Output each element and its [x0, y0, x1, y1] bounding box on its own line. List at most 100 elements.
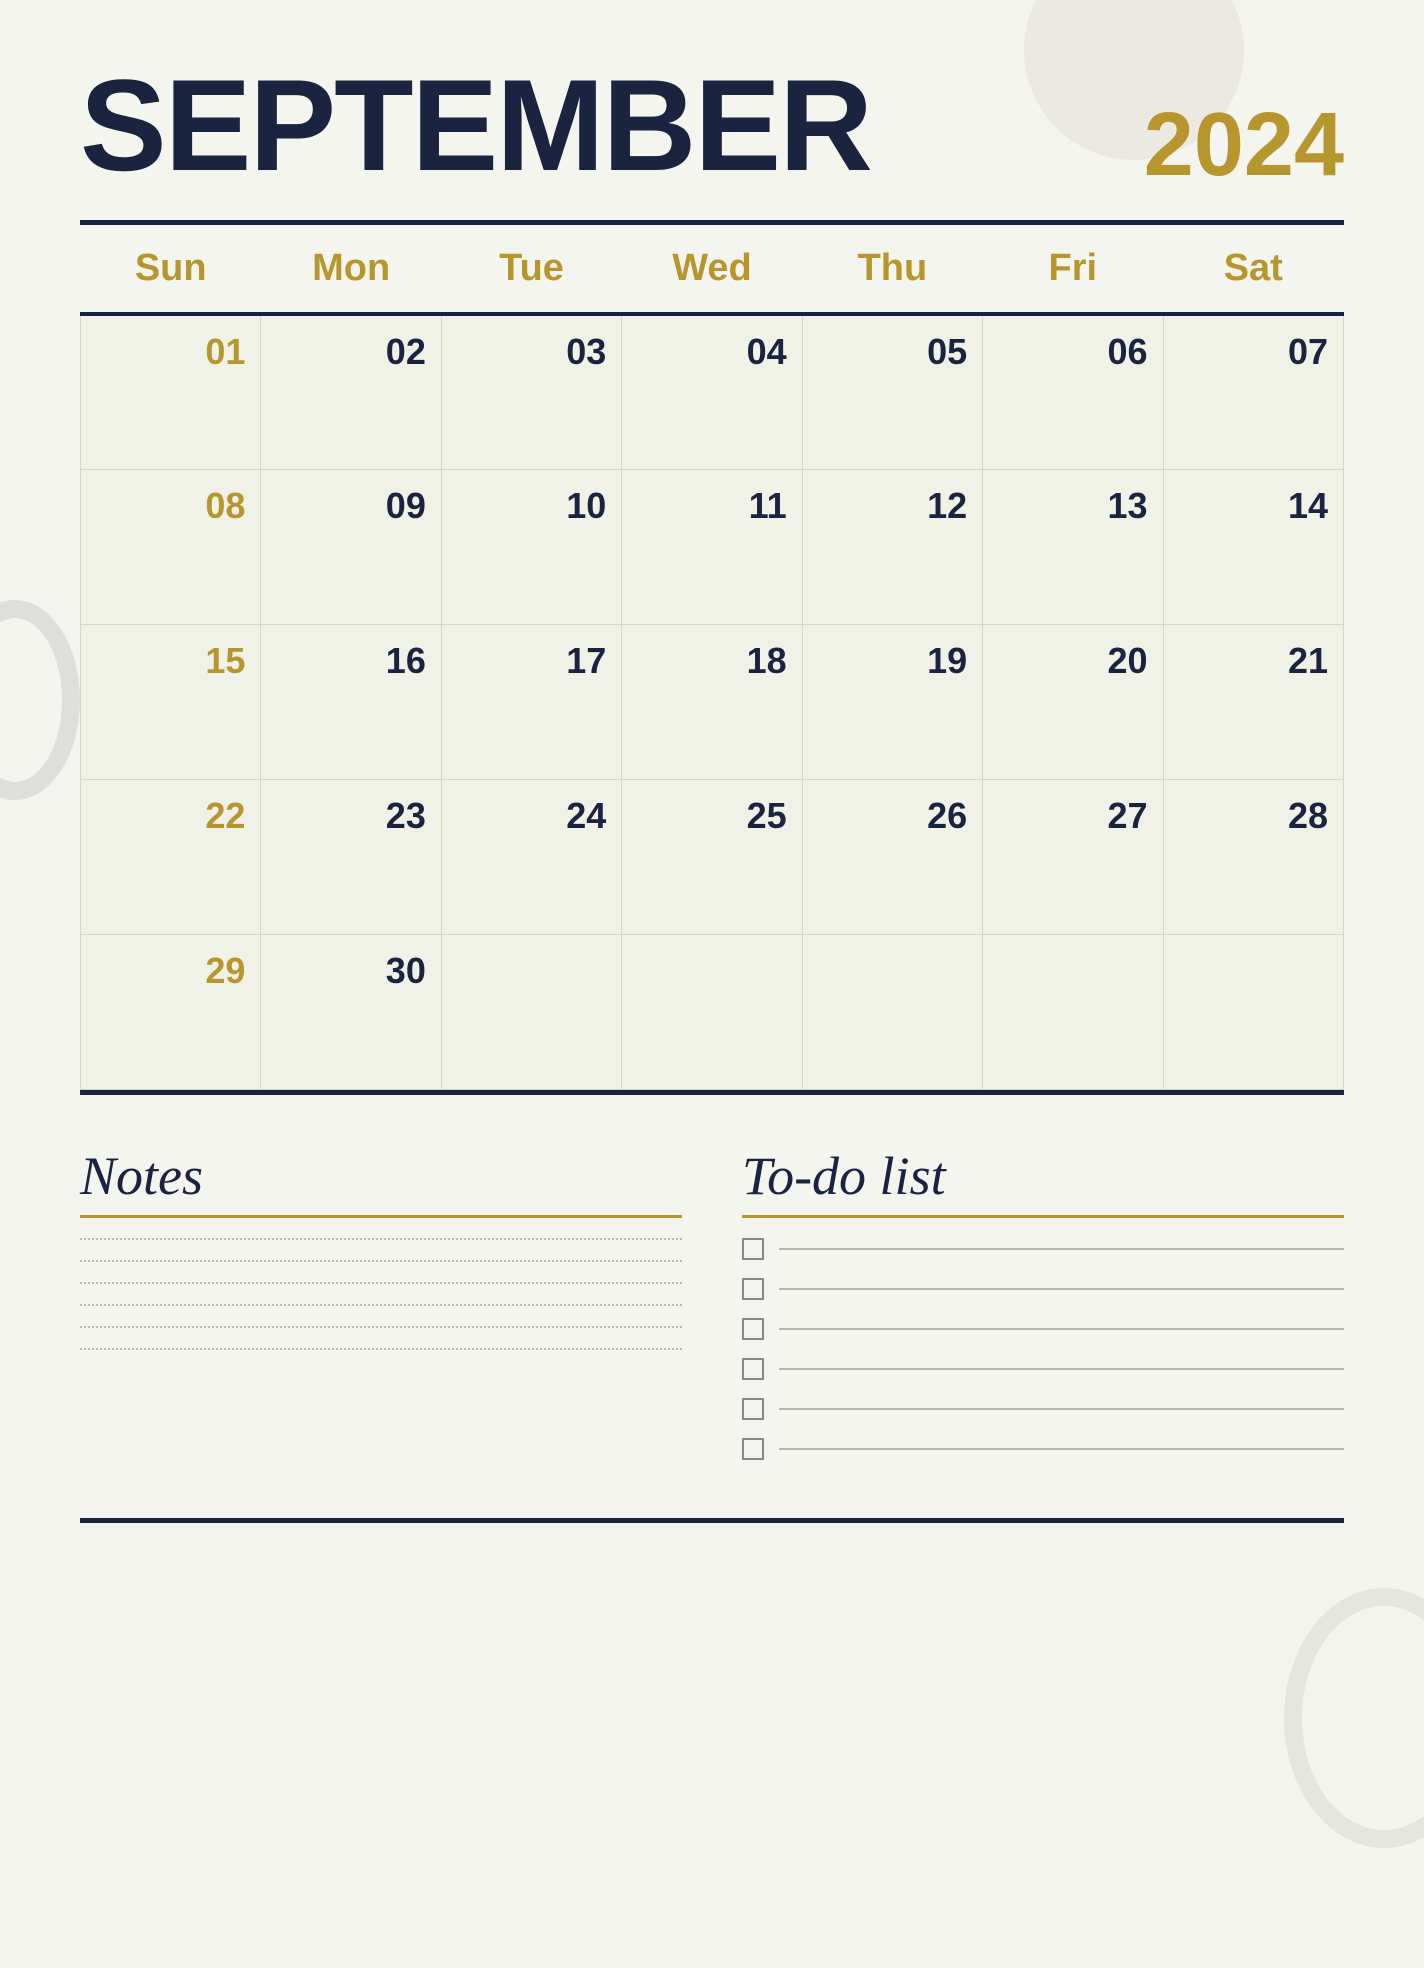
year-title: 2024: [1144, 100, 1344, 190]
day-cell-3-2: 16: [261, 624, 441, 779]
day-number-22: 22: [96, 795, 245, 837]
day-number-15: 15: [96, 640, 245, 682]
header-tue: Tue: [441, 225, 621, 314]
calendar-week-5: 29 30: [81, 934, 1344, 1089]
day-cell-2-6: 13: [983, 469, 1163, 624]
day-cell-3-4: 18: [622, 624, 802, 779]
todo-section: To-do list: [742, 1145, 1344, 1478]
day-number-06: 06: [998, 331, 1147, 373]
day-cell-2-5: 12: [802, 469, 982, 624]
day-number-11: 11: [637, 485, 786, 527]
day-number-23: 23: [276, 795, 425, 837]
notes-line-2: [80, 1260, 682, 1262]
todo-item-4[interactable]: [742, 1358, 1344, 1380]
todo-checkbox-2[interactable]: [742, 1278, 764, 1300]
todo-line-2: [779, 1288, 1344, 1290]
header-mon: Mon: [261, 225, 441, 314]
day-number-04: 04: [637, 331, 786, 373]
notes-line-5: [80, 1326, 682, 1328]
day-cell-4-5: 26: [802, 779, 982, 934]
header-sun: Sun: [81, 225, 261, 314]
todo-item-6[interactable]: [742, 1438, 1344, 1460]
day-cell-5-1: 29: [81, 934, 261, 1089]
header: SEPTEMBER 2024: [80, 60, 1344, 190]
day-number-29: 29: [96, 950, 245, 992]
day-number-03: 03: [457, 331, 606, 373]
todo-checkbox-6[interactable]: [742, 1438, 764, 1460]
day-cell-4-4: 25: [622, 779, 802, 934]
todo-line-5: [779, 1408, 1344, 1410]
todo-checkbox-3[interactable]: [742, 1318, 764, 1340]
day-number-02: 02: [276, 331, 425, 373]
day-number-24: 24: [457, 795, 606, 837]
todo-title: To-do list: [742, 1145, 1344, 1207]
todo-checkbox-4[interactable]: [742, 1358, 764, 1380]
day-cell-3-1: 15: [81, 624, 261, 779]
day-number-14: 14: [1179, 485, 1328, 527]
todo-line-6: [779, 1448, 1344, 1450]
day-cell-2-1: 08: [81, 469, 261, 624]
header-wed: Wed: [622, 225, 802, 314]
day-number-16: 16: [276, 640, 425, 682]
day-cell-4-6: 27: [983, 779, 1163, 934]
notes-line-3: [80, 1282, 682, 1284]
day-cell-2-3: 10: [441, 469, 621, 624]
notes-gold-line: [80, 1215, 682, 1218]
day-cell-4-7: 28: [1163, 779, 1343, 934]
day-number-27: 27: [998, 795, 1147, 837]
day-cell-1-5: 05: [802, 314, 982, 469]
calendar-table: Sun Mon Tue Wed Thu Fri Sat 01 02 03 04 05 06…: [80, 225, 1344, 1090]
day-number-19: 19: [818, 640, 967, 682]
day-number-28: 28: [1179, 795, 1328, 837]
day-cell-4-3: 24: [441, 779, 621, 934]
calendar-week-4: 22 23 24 25 26 27 28: [81, 779, 1344, 934]
todo-items-container: [742, 1238, 1344, 1460]
header-fri: Fri: [983, 225, 1163, 314]
day-cell-5-6: [983, 934, 1163, 1089]
day-number-07: 07: [1179, 331, 1328, 373]
calendar-week-3: 15 16 17 18 19 20 21: [81, 624, 1344, 779]
day-number-20: 20: [998, 640, 1147, 682]
day-number-09: 09: [276, 485, 425, 527]
day-cell-1-2: 02: [261, 314, 441, 469]
month-title: SEPTEMBER: [80, 60, 871, 190]
day-cell-1-3: 03: [441, 314, 621, 469]
notes-line-6: [80, 1348, 682, 1350]
day-cell-4-1: 22: [81, 779, 261, 934]
todo-checkbox-1[interactable]: [742, 1238, 764, 1260]
todo-item-5[interactable]: [742, 1398, 1344, 1420]
calendar-week-2: 08 09 10 11 12 13 14: [81, 469, 1344, 624]
final-border: [80, 1518, 1344, 1523]
todo-gold-line: [742, 1215, 1344, 1218]
day-cell-2-7: 14: [1163, 469, 1343, 624]
deco-circle-bottom-right: [1284, 1588, 1424, 1848]
day-number-26: 26: [818, 795, 967, 837]
calendar-section: Sun Mon Tue Wed Thu Fri Sat 01 02 03 04 05 06…: [80, 220, 1344, 1095]
day-cell-5-7: [1163, 934, 1343, 1089]
day-cell-2-2: 09: [261, 469, 441, 624]
todo-item-2[interactable]: [742, 1278, 1344, 1300]
day-number-30: 30: [276, 950, 425, 992]
day-cell-3-3: 17: [441, 624, 621, 779]
day-cell-4-2: 23: [261, 779, 441, 934]
day-number-10: 10: [457, 485, 606, 527]
todo-item-3[interactable]: [742, 1318, 1344, 1340]
day-cell-5-2: 30: [261, 934, 441, 1089]
day-cell-1-4: 04: [622, 314, 802, 469]
page: SEPTEMBER 2024 Sun Mon Tue Wed Thu Fri S…: [0, 0, 1424, 1968]
day-header-row: Sun Mon Tue Wed Thu Fri Sat: [81, 225, 1344, 314]
todo-item-1[interactable]: [742, 1238, 1344, 1260]
day-cell-5-3: [441, 934, 621, 1089]
day-number-01: 01: [96, 331, 245, 373]
day-number-13: 13: [998, 485, 1147, 527]
bottom-section: Notes To-do list: [80, 1145, 1344, 1478]
todo-checkbox-5[interactable]: [742, 1398, 764, 1420]
day-cell-3-7: 21: [1163, 624, 1343, 779]
day-cell-5-5: [802, 934, 982, 1089]
todo-line-3: [779, 1328, 1344, 1330]
day-cell-1-1: 01: [81, 314, 261, 469]
day-number-18: 18: [637, 640, 786, 682]
day-number-25: 25: [637, 795, 786, 837]
day-cell-3-5: 19: [802, 624, 982, 779]
day-cell-1-6: 06: [983, 314, 1163, 469]
